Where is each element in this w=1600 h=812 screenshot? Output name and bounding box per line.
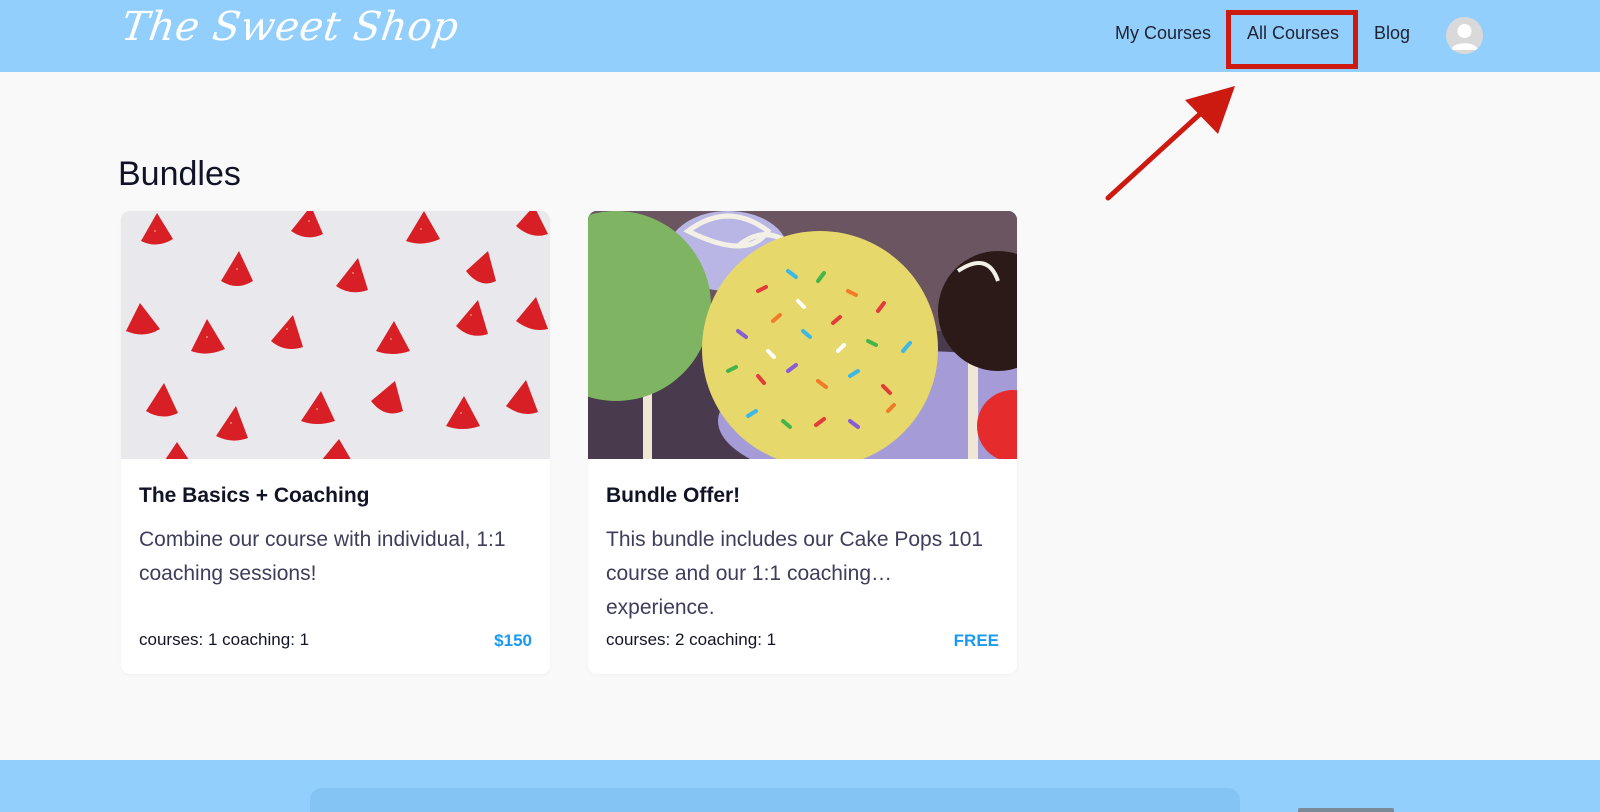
section-title-bundles: Bundles <box>118 155 241 193</box>
bundle-description: This bundle includes our Cake Pops 101 c… <box>606 528 984 619</box>
bundle-card[interactable]: The Basics + Coaching Combine our course… <box>121 211 550 674</box>
bundle-title[interactable]: The Basics + Coaching <box>139 484 370 508</box>
bundle-title[interactable]: Bundle Offer! <box>606 484 740 508</box>
nav-my-courses[interactable]: My Courses <box>1115 23 1211 44</box>
bundle-meta: courses: 2 coaching: 1 <box>606 630 777 649</box>
nav-blog[interactable]: Blog <box>1374 23 1410 44</box>
site-logo[interactable]: The Sweet Shop <box>119 4 462 50</box>
user-avatar-icon[interactable] <box>1446 17 1483 54</box>
bundle-description: Combine our course with individual, 1:1 … <box>139 528 506 585</box>
bundle-price: FREE <box>953 631 999 650</box>
top-navigation-bar: The Sweet Shop My Courses All Courses Bl… <box>0 0 1600 72</box>
strawberries-image[interactable] <box>121 211 550 459</box>
bundle-meta: courses: 1 coaching: 1 <box>139 630 310 649</box>
footer-panel <box>310 788 1240 812</box>
annotation-highlight-box <box>1226 10 1358 69</box>
bundle-card[interactable]: Bundle Offer! This bundle includes our C… <box>588 211 1017 674</box>
footer-tab[interactable] <box>1298 808 1394 812</box>
cake-pops-image[interactable] <box>588 211 1017 459</box>
bundle-price: $150 <box>494 631 532 650</box>
